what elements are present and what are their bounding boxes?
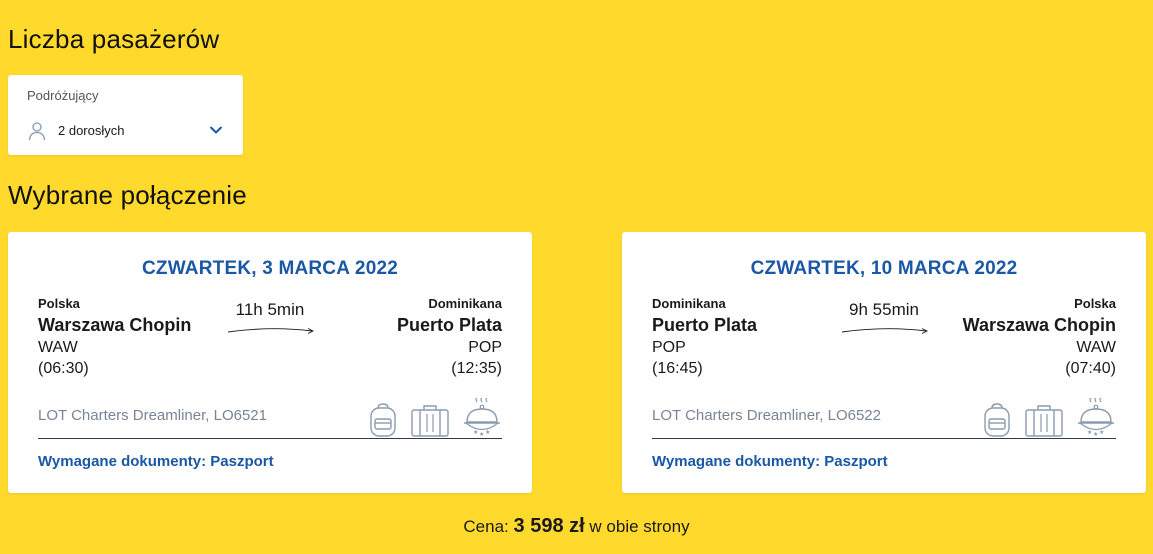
price-summary: Cena: 3 598 zł w obie strony [0,515,1153,538]
passenger-selector[interactable]: Podróżujący 2 dorosłych [8,75,243,155]
passengers-title: Liczba pasażerów [8,24,220,54]
amenities: ★ ★ ★ [368,398,502,438]
destination-city: Puerto Plata [396,315,502,335]
price-suffix: w obie strony [589,517,690,536]
svg-text:★: ★ [473,429,478,436]
departure-time: (06:30) [38,360,89,377]
required-documents: Wymagane dokumenty: Paszport [38,453,274,470]
arrival-time: (12:35) [451,360,502,377]
svg-text:★: ★ [1099,429,1104,436]
svg-text:★: ★ [485,429,490,436]
flight-operator: LOT Charters Dreamliner, LO6521 [38,407,267,424]
meal-cloche-icon: ★ ★ ★ [1078,398,1114,438]
svg-text:★: ★ [1087,429,1092,436]
backpack-icon [984,403,1010,437]
destination-country: Polska [1074,296,1116,311]
price-amount: 3 598 zł [513,515,585,537]
destination-code: WAW [1076,339,1116,356]
connection-title: Wybrane połączenie [8,180,247,210]
origin-code: POP [652,339,686,356]
destination-city: Warszawa Chopin [962,315,1116,335]
person-icon [28,122,46,141]
suitcase-icon [411,405,449,437]
flight-operator: LOT Charters Dreamliner, LO6522 [652,407,881,424]
card-divider [652,438,1116,439]
flight-card-return: CZWARTEK, 10 MARCA 2022 Dominikana Puert… [622,232,1146,493]
svg-text:★: ★ [479,431,484,438]
price-prefix: Cena: [463,517,509,536]
card-divider [38,438,502,439]
arrow-right-icon [227,328,315,334]
amenities: ★ ★ ★ [982,398,1116,438]
passenger-count-value: 2 dorosłych [58,123,125,138]
meal-cloche-icon: ★ ★ ★ [464,398,500,438]
destination-code: POP [468,339,502,356]
arrow-right-icon [841,328,929,334]
passenger-field-label: Podróżujący [27,88,99,103]
departure-time: (16:45) [652,360,703,377]
flight-card-outbound: CZWARTEK, 3 MARCA 2022 Polska Warszawa C… [8,232,532,493]
suitcase-icon [1025,405,1063,437]
svg-text:★: ★ [1093,431,1098,438]
flight-date: CZWARTEK, 3 MARCA 2022 [141,258,398,279]
chevron-down-icon[interactable] [209,125,223,135]
arrival-time: (07:40) [1065,360,1116,377]
backpack-icon [370,403,396,437]
destination-country: Dominikana [428,296,502,311]
flight-date: CZWARTEK, 10 MARCA 2022 [750,258,1018,279]
required-documents: Wymagane dokumenty: Paszport [652,453,888,470]
origin-code: WAW [38,339,78,356]
